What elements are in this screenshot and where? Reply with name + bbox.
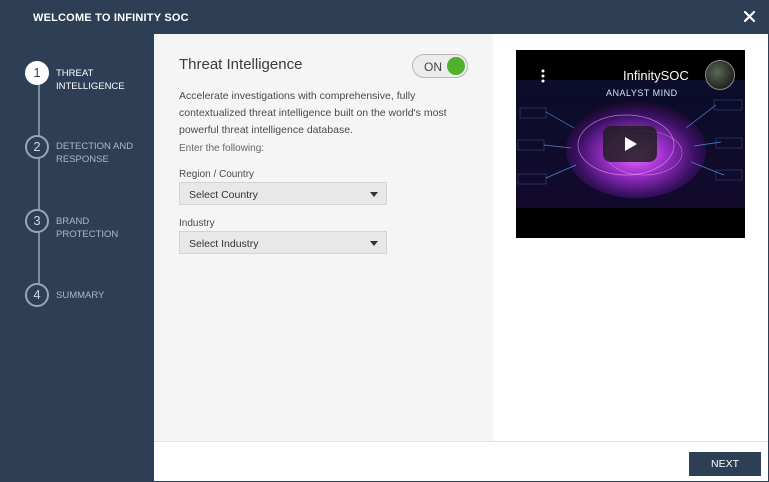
step-threat-intelligence[interactable]: 1 THREAT INTELLIGENCE xyxy=(25,61,153,92)
threat-intelligence-panel: Threat Intelligence ON Accelerate invest… xyxy=(154,34,493,441)
welcome-dialog: WELCOME TO INFINITY SOC 1 THREAT INTELLI… xyxy=(0,0,769,482)
channel-avatar xyxy=(705,60,735,90)
dialog-footer: NEXT xyxy=(154,441,768,481)
industry-label: Industry xyxy=(179,218,215,229)
next-button[interactable]: NEXT xyxy=(689,452,761,476)
step-detection-and-response[interactable]: 2 DETECTION AND RESPONSE xyxy=(25,135,153,165)
region-select[interactable]: Select Country xyxy=(179,182,387,205)
step-number: 3 xyxy=(25,209,49,233)
step-label: THREAT INTELLIGENCE xyxy=(56,68,125,92)
step-label: BRAND PROTECTION xyxy=(56,216,119,240)
close-icon xyxy=(743,10,756,23)
industry-select-value: Select Industry xyxy=(189,238,259,250)
region-select-value: Select Country xyxy=(189,189,258,201)
industry-select[interactable]: Select Industry xyxy=(179,231,387,254)
step-summary[interactable]: 4 SUMMARY xyxy=(25,283,153,313)
toggle-label: ON xyxy=(424,60,442,74)
dialog-titlebar: WELCOME TO INFINITY SOC xyxy=(1,1,768,34)
dialog-title: WELCOME TO INFINITY SOC xyxy=(33,12,189,24)
video-title: InfinitySOC xyxy=(623,68,689,83)
step-brand-protection[interactable]: 3 BRAND PROTECTION xyxy=(25,209,153,240)
section-description: Accelerate investigations with comprehen… xyxy=(179,90,447,136)
close-button[interactable] xyxy=(742,8,758,26)
intro-video[interactable]: InfinitySOC ANALYST MIND xyxy=(516,50,745,238)
step-number: 4 xyxy=(25,283,49,307)
steps-connector-line xyxy=(38,76,40,291)
video-area: InfinitySOC ANALYST MIND xyxy=(493,34,768,441)
play-icon xyxy=(625,137,637,151)
step-number: 1 xyxy=(25,61,49,85)
section-title: Threat Intelligence xyxy=(179,56,303,73)
region-label: Region / Country xyxy=(179,169,255,180)
chevron-down-icon xyxy=(370,241,378,246)
threat-intel-toggle[interactable]: ON xyxy=(412,54,468,78)
step-number: 2 xyxy=(25,135,49,159)
wizard-steps-sidebar: 1 THREAT INTELLIGENCE 2 DETECTION AND RE… xyxy=(1,34,154,481)
chevron-down-icon xyxy=(370,192,378,197)
video-subtitle: ANALYST MIND xyxy=(606,88,678,98)
play-button[interactable] xyxy=(603,126,657,162)
more-vertical-icon[interactable] xyxy=(541,69,545,83)
instruction-text: Enter the following: xyxy=(179,143,265,154)
step-label: DETECTION AND RESPONSE xyxy=(56,141,134,165)
toggle-knob xyxy=(447,57,465,75)
step-label: SUMMARY xyxy=(56,290,105,301)
